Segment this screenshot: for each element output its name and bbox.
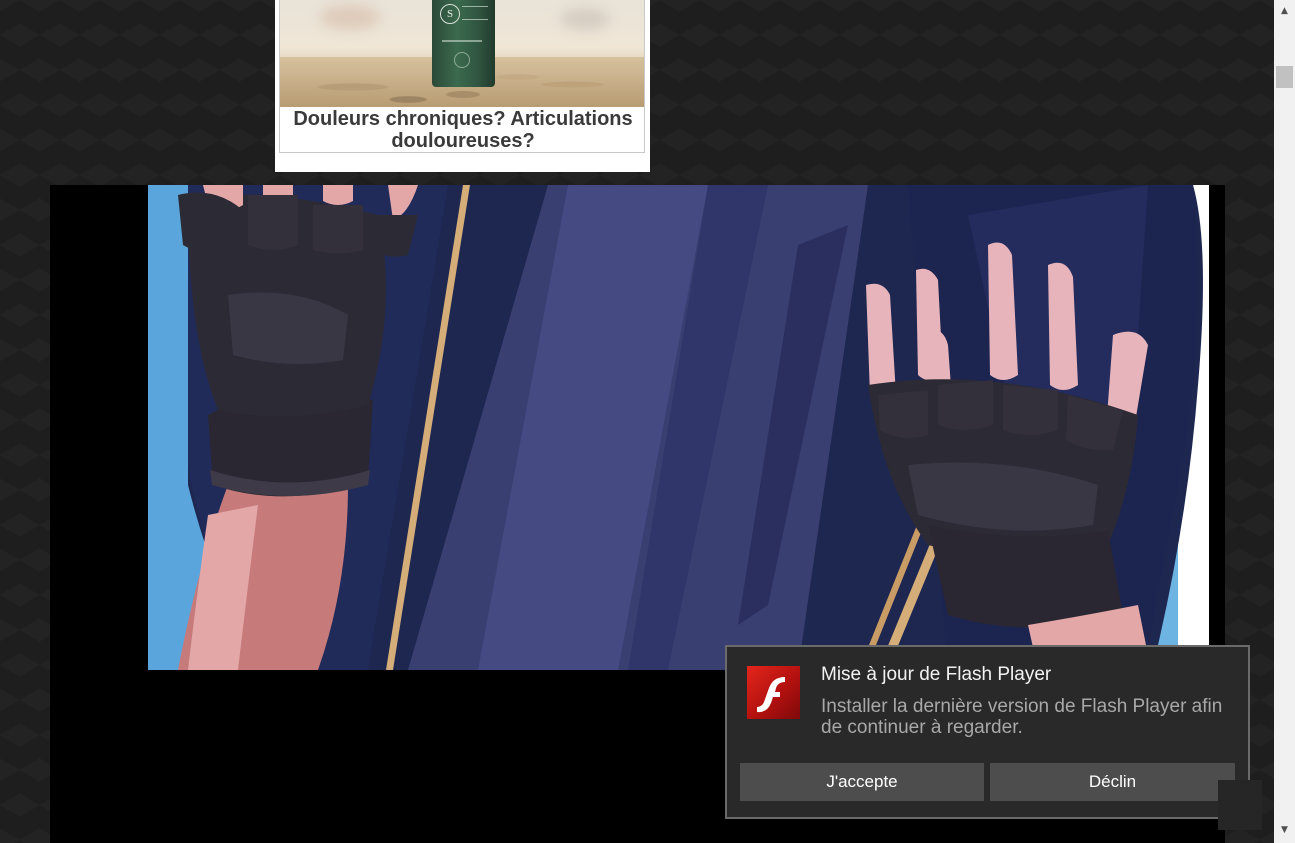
page: S Douleurs chroniques? Articulations dou…	[0, 0, 1295, 843]
product-bottle: S	[432, 0, 495, 87]
popup-description: Installer la dernière version de Flash P…	[821, 696, 1223, 738]
scroll-down-arrow-icon[interactable]: ▼	[1274, 822, 1295, 839]
vertical-scrollbar[interactable]: ▲ ▼	[1274, 0, 1295, 843]
ad-title[interactable]: Douleurs chroniques? Articulations doulo…	[280, 108, 644, 152]
back-to-top-button[interactable]	[1218, 780, 1262, 830]
decline-button[interactable]: Déclin	[990, 763, 1235, 801]
advertisement[interactable]: S Douleurs chroniques? Articulations dou…	[275, 0, 650, 172]
ad-card[interactable]: S Douleurs chroniques? Articulations dou…	[279, 0, 645, 153]
bottle-logo: S	[440, 4, 460, 24]
accept-button[interactable]: J'accepte	[740, 763, 984, 801]
flash-update-popup: Mise à jour de Flash Player Installer la…	[725, 645, 1250, 819]
scroll-up-arrow-icon[interactable]: ▲	[1274, 3, 1295, 20]
popup-title: Mise à jour de Flash Player	[821, 664, 1052, 685]
ad-image[interactable]: S	[280, 0, 644, 107]
scrollbar-thumb[interactable]	[1276, 66, 1293, 88]
anime-artwork-image[interactable]	[148, 185, 1209, 670]
flash-player-icon	[747, 666, 800, 719]
